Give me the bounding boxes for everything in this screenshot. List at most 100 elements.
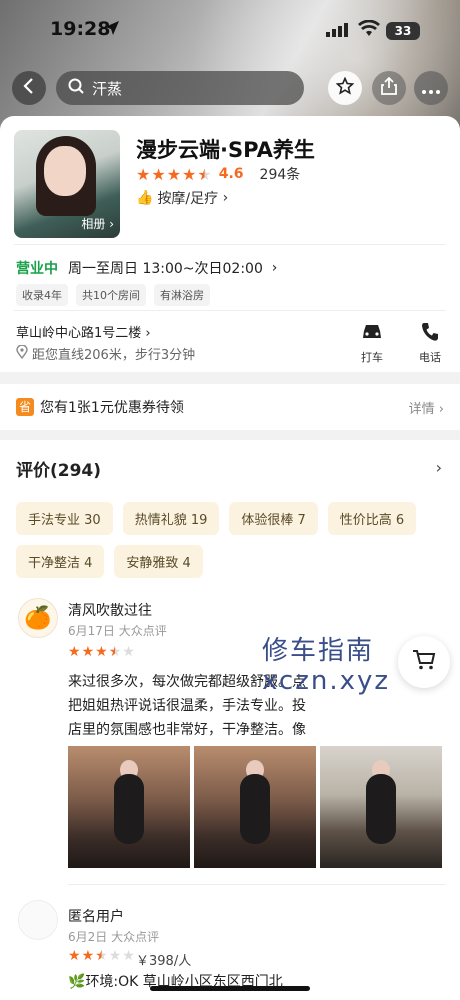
cart-button[interactable] [398,636,450,688]
back-button[interactable] [12,71,46,105]
orange-avatar-icon[interactable]: 🍊 [18,598,58,638]
open-status: 营业中 [16,261,58,277]
thumb-icon: 👍 [136,190,154,206]
star-icon: ★ [68,948,81,964]
review-keyword-chips: 手法专业 30 热情礼貌 19 体验很棒 7 性价比高 6 干净整洁 4 安静雅… [16,502,446,588]
photo-figure-body [240,774,270,844]
star-icon: ★ [182,164,197,184]
reviews-title[interactable]: 评价(294) [16,456,101,481]
review-count[interactable]: 294条 [260,164,301,184]
review-photo[interactable] [194,746,316,868]
review-chip[interactable]: 体验很棒 7 [229,502,318,535]
star-icon: ★ [197,164,212,184]
star-icon: ★ [151,164,166,184]
watermark-line: xczn.xyz [262,666,391,696]
reviewer-name[interactable]: 清风吹散过往 [68,600,152,620]
star-icon: ★ [166,164,182,184]
wifi-icon [358,19,380,42]
photo-figure-face [44,146,86,196]
search-text: 汗蒸 [92,79,123,98]
anonymous-avatar[interactable] [18,900,58,940]
star-icon [335,76,355,99]
address-link[interactable]: 草山岭中心路1号二楼 › [16,322,151,341]
review-chip[interactable]: 热情礼貌 19 [122,502,220,535]
business-hours[interactable]: 营业中 周一至周日 13:00~次日02:00 › [16,258,277,278]
divider [14,310,446,311]
more-button[interactable] [414,71,448,105]
coupon-text: 您有1张1元优惠券待领 [40,400,184,416]
search-icon [68,78,84,98]
chevron-right-icon[interactable]: › [436,458,442,477]
divider [68,884,446,885]
more-icon [422,79,440,98]
category-label: 按摩/足疗 [157,191,219,207]
car-icon [350,322,394,347]
distance-text: 距您直线206米，步行3分钟 [32,348,196,363]
shop-tag: 收录4年 [16,284,68,306]
favorite-button[interactable] [328,71,362,105]
search-input[interactable]: 汗蒸 [56,71,304,105]
rating-stars: ★ ★ ★ ★ ★ [136,165,213,184]
review-chip[interactable]: 安静雅致 4 [114,545,203,578]
leaf-icon: 🌿 [68,974,86,990]
coupon-detail-link[interactable]: 详情 › [409,398,444,417]
chevron-right-icon: › [145,326,151,341]
album-label: 相册 [81,217,106,231]
review-photo[interactable] [68,746,190,868]
back-icon [22,78,36,98]
review-photo[interactable] [320,746,442,868]
chevron-right-icon: › [262,260,278,276]
status-time: 19:28 [50,18,111,40]
coupon-detail-label: 详情 [408,401,435,417]
cart-icon [412,649,436,675]
watermark: 修车指南 xczn.xyz [262,636,390,696]
price-per-person: ￥398/人 [136,954,192,969]
taxi-label: 打车 [361,351,383,364]
photo-figure-body [366,774,396,844]
star-icon: ★ [81,948,95,964]
photo-figure-body [114,774,144,844]
star-icon: ★ [68,644,81,660]
star-icon: ★ [81,644,95,660]
album-link[interactable]: 相册 › [81,215,114,232]
rating-score: 4.6 [218,166,244,182]
address-text: 草山岭中心路1号二楼 [16,326,142,341]
review-photos [68,746,446,868]
phone-button[interactable]: 电话 [408,322,452,365]
review-chip[interactable]: 手法专业 30 [16,502,113,535]
home-indicator [150,986,310,991]
coupon-icon: 省 [16,398,34,416]
watermark-line: 修车指南 [262,636,375,666]
shop-tag: 共10个房间 [76,284,146,306]
review-stars: ★ ★ ★ ★ ★ [68,644,136,660]
category-link[interactable]: 👍 按摩/足疗 › [136,188,228,208]
distance-info: 距您直线206米，步行3分钟 [16,343,196,363]
signal-icon [326,22,350,41]
reviewer-name[interactable]: 匿名用户 [68,906,124,926]
star-icon: ★ [136,164,151,184]
review-date: 6月17日 大众点评 [68,624,167,638]
share-icon [381,76,397,99]
star-icon: ★ [122,948,135,964]
divider [14,244,446,245]
review-chip[interactable]: 性价比高 6 [327,502,417,535]
star-icon: ★ [122,644,135,660]
share-button[interactable] [372,71,406,105]
review-stars: ★ ★ ★ ★ ★ [68,948,136,964]
coupon-bar[interactable]: 省 您有1张1元优惠券待领 详情 › [0,384,460,430]
star-icon: ★ [108,948,122,964]
reviews-section: 评价(294) › 手法专业 30 热情礼貌 19 体验很棒 7 性价比高 6 … [0,440,460,1000]
star-icon: ★ [95,948,108,964]
star-icon: ★ [108,644,122,660]
taxi-button[interactable]: 打车 [350,322,394,365]
battery-indicator: 33 [386,22,420,40]
location-pin-icon [16,343,28,363]
shop-name: 漫步云端·SPA养生 [136,138,315,162]
chevron-right-icon: › [218,190,229,206]
shop-tags: 收录4年 共10个房间 有淋浴房 [16,284,218,306]
location-arrow-icon [104,20,120,40]
review-chip[interactable]: 干净整洁 4 [16,545,105,578]
shop-photo[interactable]: 相册 › [14,130,120,238]
phone-icon [408,322,452,347]
status-bar: 19:28 33 [0,0,460,60]
